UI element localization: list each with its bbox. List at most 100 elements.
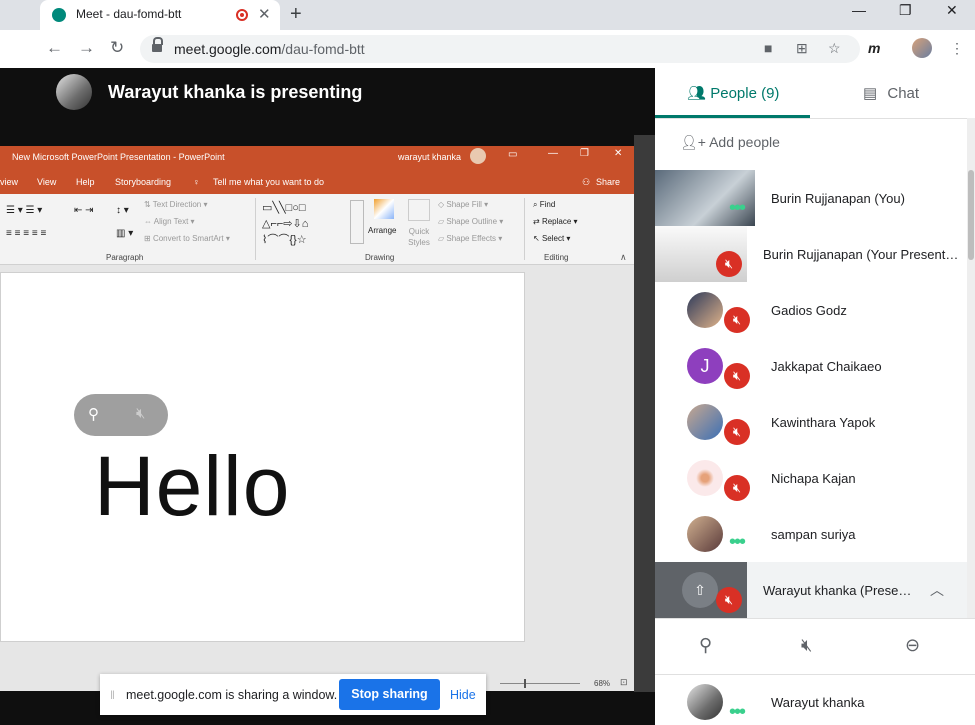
hide-button[interactable]: Hide <box>450 688 476 702</box>
tab-people[interactable]: 👥︎ People (9) <box>687 84 779 102</box>
zoom-slider[interactable] <box>500 683 580 684</box>
participant-tile-edge <box>634 135 655 692</box>
participant-name: Gadios Godz <box>771 303 847 318</box>
ribbon-divider <box>255 198 256 260</box>
ppt-share[interactable]: Share <box>596 177 620 187</box>
participant-name: Warayut khanka (Prese… <box>763 583 912 598</box>
chat-icon: ▤ <box>863 85 878 102</box>
presenting-icon: ⇧ <box>682 572 718 608</box>
avatar <box>687 404 723 440</box>
mute-icon[interactable]: 🔇︎ <box>136 405 145 422</box>
add-person-icon: 👤︎+ <box>680 134 706 150</box>
remove-participant-icon[interactable]: ⊖ <box>905 635 920 656</box>
ppt-menu-view[interactable]: View <box>37 177 56 187</box>
lock-icon[interactable] <box>152 37 163 52</box>
muted-icon: 🔇︎ <box>724 363 750 389</box>
reload-icon[interactable]: ↻ <box>110 38 124 58</box>
participant-name: sampan suriya <box>771 527 856 542</box>
shape-fill-button[interactable]: ◇ Shape Fill ▾ <box>438 200 488 209</box>
convert-smartart-button[interactable]: ⊞ Convert to SmartArt ▾ <box>144 234 230 243</box>
people-icon: 👥︎ <box>687 85 707 102</box>
shape-outline-button[interactable]: ▱ Shape Outline ▾ <box>438 217 503 226</box>
menu-kebab-icon[interactable]: ⋮ <box>950 40 964 57</box>
recording-indicator-icon <box>236 9 248 21</box>
extension-icon[interactable]: m <box>868 40 880 56</box>
speaking-indicator-icon: ••• <box>729 531 746 553</box>
muted-icon: 🔇︎ <box>724 419 750 445</box>
fit-slide-icon[interactable]: ⊡ <box>620 677 628 688</box>
muted-icon: 🔇︎ <box>724 307 750 333</box>
ppt-menu-storyboarding[interactable]: Storyboarding <box>115 177 171 187</box>
panel-scrollbar-thumb[interactable] <box>968 170 974 260</box>
find-button[interactable]: ⌕ Find <box>533 200 555 210</box>
speaking-indicator-icon: ••• <box>729 701 746 723</box>
line-spacing-icon[interactable]: ↕ ▾ <box>116 205 129 216</box>
arrange-icon <box>374 199 394 219</box>
muted-icon: 🔇︎ <box>716 251 742 277</box>
stop-sharing-button[interactable]: Stop sharing <box>339 679 440 710</box>
ppt-ribbon-display-icon[interactable]: ▭ <box>508 149 517 160</box>
quick-styles-button[interactable]: Quick Styles <box>404 226 434 248</box>
zoom-slider-thumb[interactable] <box>524 679 526 688</box>
forward-icon[interactable]: → <box>78 38 95 58</box>
drag-handle-icon[interactable]: ‖ <box>110 688 115 702</box>
shapes-gallery[interactable]: ▭╲╲□○□ △⌐⌐⇨⇩⌂ ⌇⌒⌒{}☆ <box>262 200 308 248</box>
ppt-menu-help[interactable]: Help <box>76 177 95 187</box>
participant-name: Kawinthara Yapok <box>771 415 876 430</box>
participant-name: Jakkapat Chaikaeo <box>771 359 882 374</box>
text-direction-button[interactable]: ⇅ Text Direction ▾ <box>144 200 208 209</box>
new-tab-button[interactable]: + <box>290 3 302 26</box>
select-button[interactable]: ↖ Select ▾ <box>533 234 570 243</box>
participant-name: Nichapa Kajan <box>771 471 856 486</box>
back-icon[interactable]: ← <box>46 38 63 58</box>
participant-name: Burin Rujjanapan (You) <box>771 191 905 206</box>
add-people-button[interactable]: 👤︎+ Add people <box>680 134 780 151</box>
slide-text[interactable]: Hello <box>94 438 290 535</box>
profile-avatar[interactable] <box>912 38 932 58</box>
ppt-menu-view-partial[interactable]: view <box>0 177 18 187</box>
close-window-button[interactable]: ✕ <box>946 2 958 19</box>
tab-chat[interactable]: ▤ Chat <box>863 84 919 102</box>
shape-effects-button[interactable]: ▱ Shape Effects ▾ <box>438 234 502 243</box>
quick-styles-icon <box>408 199 430 221</box>
bullets-icon[interactable]: ☰ ▾ ☰ ▾ <box>6 205 42 216</box>
presenter-avatar <box>56 74 92 110</box>
url-text[interactable]: meet.google.com/dau-fomd-btt <box>174 41 365 57</box>
pin-icon[interactable]: ⚲ <box>88 405 99 423</box>
align-icons[interactable]: ≡ ≡ ≡ ≡ ≡ <box>6 228 46 239</box>
presenting-banner: Warayut khanka is presenting <box>108 82 363 102</box>
ribbon-divider <box>524 198 525 260</box>
mute-participant-icon[interactable]: 🔇︎ <box>801 635 812 656</box>
pin-icon[interactable]: ⚲ <box>699 635 712 656</box>
collapse-chevron-icon[interactable]: ︿ <box>930 580 944 600</box>
group-editing-label: Editing <box>544 253 569 262</box>
translate-icon[interactable]: ⊞ <box>796 40 808 57</box>
ppt-tell-me[interactable]: Tell me what you want to do <box>213 177 324 187</box>
ppt-share-icon[interactable]: ⚇ <box>582 177 590 188</box>
arrange-button[interactable]: Arrange <box>368 226 396 235</box>
participant-name: Burin Rujjanapan (Your Present… <box>763 247 959 262</box>
speaking-indicator-icon: ••• <box>729 197 746 219</box>
avatar <box>687 684 723 720</box>
tab-close-icon[interactable]: ✕ <box>258 5 271 23</box>
tab-title: Meet - dau-fomd-btt <box>76 7 182 21</box>
shapes-gallery-scroll[interactable] <box>350 200 364 244</box>
columns-icon[interactable]: ▥ ▾ <box>116 228 133 239</box>
row-divider <box>655 674 975 675</box>
maximize-button[interactable]: ❐ <box>899 2 912 19</box>
indent-icons[interactable]: ⇤ ⇥ <box>74 205 94 216</box>
ppt-close-icon[interactable]: ✕ <box>614 148 622 159</box>
bookmark-star-icon[interactable]: ☆ <box>828 40 841 57</box>
ppt-minimize-icon[interactable]: — <box>548 148 558 159</box>
ppt-maximize-icon[interactable]: ❐ <box>580 148 589 159</box>
muted-icon: 🔇︎ <box>724 475 750 501</box>
replace-button[interactable]: ⇄ Replace ▾ <box>533 217 578 226</box>
camera-icon[interactable]: ■ <box>764 40 772 56</box>
sharing-message: meet.google.com is sharing a window. <box>126 688 338 702</box>
avatar: J <box>687 348 723 384</box>
collapse-ribbon-icon[interactable]: ∧ <box>620 252 627 263</box>
browser-tab[interactable]: Meet - dau-fomd-btt ✕ <box>40 0 280 30</box>
ppt-user: warayut khanka <box>398 152 462 162</box>
align-text-button[interactable]: ⇔ Align Text ▾ <box>144 217 195 226</box>
minimize-button[interactable]: — <box>852 2 866 18</box>
